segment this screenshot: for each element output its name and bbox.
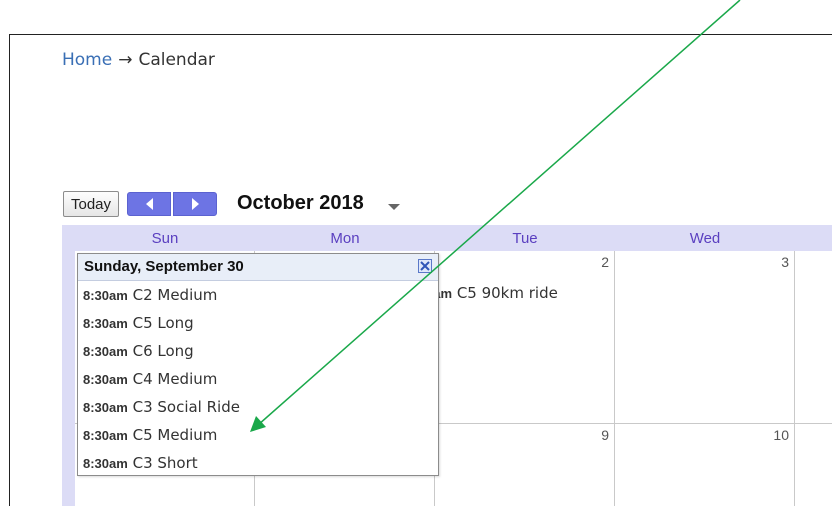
chevron-right-icon xyxy=(191,198,199,210)
month-title: October 2018 xyxy=(237,192,364,214)
event-title: C5 Medium xyxy=(132,426,218,444)
calendar-event[interactable]: 9am C5 90km ride xyxy=(426,284,558,302)
close-icon xyxy=(420,261,430,271)
event-time: 8:30am xyxy=(83,344,128,359)
popup-event-item[interactable]: 8:30am C4 Medium xyxy=(78,365,438,393)
event-time: 8:30am xyxy=(83,400,128,415)
chevron-down-icon[interactable] xyxy=(388,204,400,210)
day-number[interactable]: 2 xyxy=(579,254,609,270)
day-number[interactable]: 9 xyxy=(579,427,609,443)
popup-event-item[interactable]: 8:30am C3 Social Ride xyxy=(78,393,438,421)
event-title: C2 Medium xyxy=(132,286,218,304)
popup-event-item[interactable]: 8:30am C5 Long xyxy=(78,309,438,337)
breadcrumb-home-link[interactable]: Home xyxy=(62,50,112,70)
popup-event-item[interactable]: 8:30am C2 Medium xyxy=(78,281,438,309)
close-popup-button[interactable] xyxy=(418,259,432,273)
event-title: C5 Long xyxy=(132,314,194,332)
weekday-wed: Wed xyxy=(689,230,721,247)
event-title: C3 Social Ride xyxy=(132,398,240,416)
weekday-tue: Tue xyxy=(512,230,538,247)
event-time: 8:30am xyxy=(83,372,128,387)
popup-event-item[interactable]: 8:30am C6 Long xyxy=(78,337,438,365)
popup-event-item[interactable]: 8:30am C3 Short xyxy=(78,449,438,477)
next-month-button[interactable] xyxy=(173,192,217,216)
event-title: C5 90km ride xyxy=(456,284,558,302)
event-time: 8:30am xyxy=(83,288,128,303)
event-time: 8:30am xyxy=(83,428,128,443)
today-button[interactable]: Today xyxy=(63,191,119,217)
chevron-left-icon xyxy=(145,198,153,210)
event-title: C6 Long xyxy=(132,342,194,360)
breadcrumb-current: Calendar xyxy=(138,50,215,70)
day-number[interactable]: 3 xyxy=(759,254,789,270)
prev-month-button[interactable] xyxy=(127,192,171,216)
page-frame-top xyxy=(9,34,832,35)
page-frame-left xyxy=(9,34,10,506)
breadcrumb-separator: → xyxy=(118,50,133,70)
breadcrumb: Home → Calendar xyxy=(62,50,215,70)
day-events-popup: Sunday, September 30 8:30am C2 Medium 8:… xyxy=(77,253,439,476)
day-number[interactable]: 10 xyxy=(759,427,789,443)
event-title: C3 Short xyxy=(132,454,198,472)
event-title: C4 Medium xyxy=(132,370,218,388)
grid-line xyxy=(794,251,795,506)
grid-line xyxy=(614,251,615,506)
popup-title: Sunday, September 30 xyxy=(84,258,244,275)
event-time: 8:30am xyxy=(83,316,128,331)
weekday-sun: Sun xyxy=(151,230,179,247)
event-time: 8:30am xyxy=(83,456,128,471)
popup-event-item[interactable]: 8:30am C5 Medium xyxy=(78,421,438,449)
popup-header: Sunday, September 30 xyxy=(78,254,438,281)
weekday-header: Sun Mon Tue Wed xyxy=(75,230,832,252)
weekday-mon: Mon xyxy=(330,230,360,247)
